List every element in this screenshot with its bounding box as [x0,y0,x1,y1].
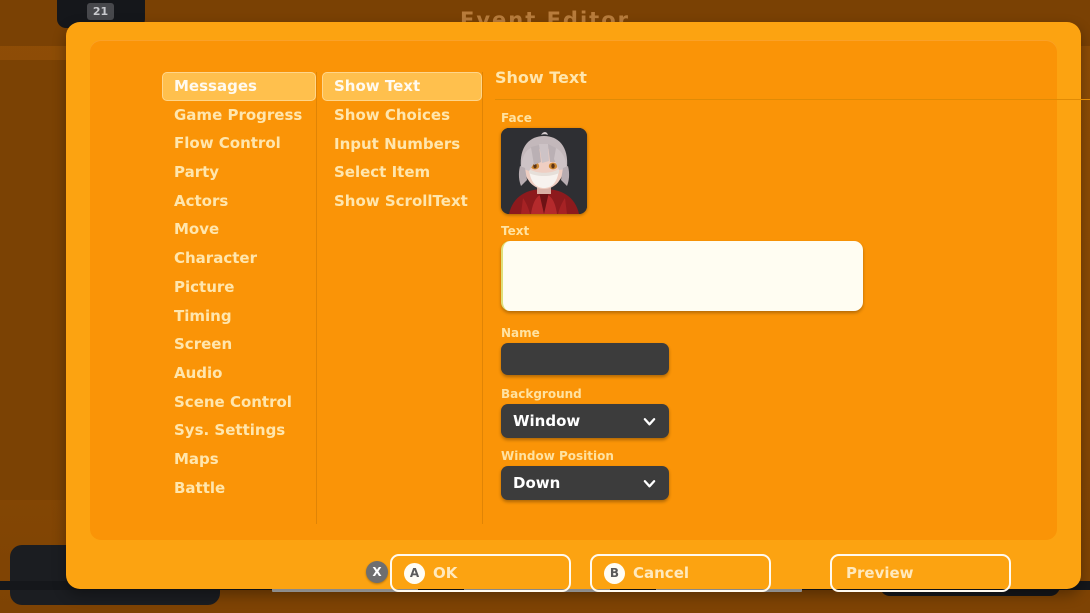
category-item-move[interactable]: Move [162,215,316,244]
category-item-actors[interactable]: Actors [162,187,316,216]
command-item-input-numbers[interactable]: Input Numbers [322,130,482,159]
background-select-value: Window [513,412,581,430]
background-select[interactable]: Window [501,404,669,438]
name-input[interactable] [501,343,669,375]
category-item-scene-control[interactable]: Scene Control [162,388,316,417]
window-position-field-label: Window Position [501,449,614,463]
dialog-content-panel: Messages Game Progress Flow Control Part… [90,40,1090,540]
face-preview-button[interactable] [501,128,587,214]
category-item-sys-settings[interactable]: Sys. Settings [162,416,316,445]
event-command-dialog: Messages Game Progress Flow Control Part… [66,22,1090,592]
text-input[interactable] [501,241,863,311]
chevron-down-icon [643,479,656,487]
close-badge-icon[interactable]: X [366,561,388,583]
window-position-select[interactable]: Down [501,466,669,500]
background-tab-badge: 21 [87,3,114,20]
preview-button[interactable]: Preview [830,554,1011,592]
command-item-show-text[interactable]: Show Text [322,72,482,101]
cancel-button-label: Cancel [633,564,690,582]
category-item-flow-control[interactable]: Flow Control [162,129,316,158]
category-list: Messages Game Progress Flow Control Part… [162,72,317,524]
ok-button-label: OK [433,564,458,582]
character-portrait-icon [501,128,587,214]
cancel-button[interactable]: B Cancel [590,554,771,592]
category-item-picture[interactable]: Picture [162,273,316,302]
category-item-character[interactable]: Character [162,244,316,273]
category-item-game-progress[interactable]: Game Progress [162,101,316,130]
detail-panel-title: Show Text [495,68,587,87]
name-field-label: Name [501,326,540,340]
command-item-show-scrolltext[interactable]: Show ScrollText [322,187,482,216]
background-field-label: Background [501,387,582,401]
category-item-screen[interactable]: Screen [162,330,316,359]
command-item-select-item[interactable]: Select Item [322,158,482,187]
detail-divider [495,99,1090,100]
ok-button[interactable]: A OK [390,554,571,592]
category-item-party[interactable]: Party [162,158,316,187]
category-item-maps[interactable]: Maps [162,445,316,474]
face-field-label: Face [501,111,532,125]
chevron-down-icon [643,417,656,425]
window-position-select-value: Down [513,474,561,492]
preview-button-label: Preview [846,564,914,582]
command-item-show-choices[interactable]: Show Choices [322,101,482,130]
dialog-footer: X A OK B Cancel Preview [66,549,1081,597]
b-button-icon: B [604,562,625,584]
category-item-messages[interactable]: Messages [162,72,316,101]
command-list: Show Text Show Choices Input Numbers Sel… [322,72,483,524]
text-field-label: Text [501,224,530,238]
command-detail-panel: Show Text Face Text Name Background Wind… [493,68,1090,528]
category-item-audio[interactable]: Audio [162,359,316,388]
category-item-battle[interactable]: Battle [162,474,316,503]
a-button-icon: A [404,562,425,584]
category-item-timing[interactable]: Timing [162,302,316,331]
